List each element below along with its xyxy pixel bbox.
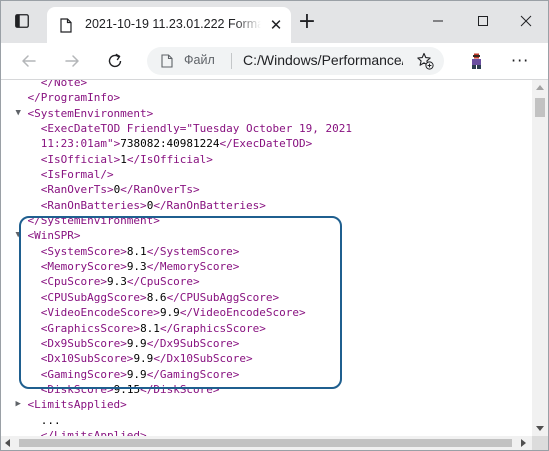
xml-line: <GamingScore>9.9</GamingScore> bbox=[1, 367, 531, 382]
xml-line-text: <RanOverTs>0</RanOverTs> bbox=[40, 183, 200, 197]
xml-line-text: <CpuScore>9.3</CpuScore> bbox=[40, 275, 200, 289]
xml-line-text: <VideoEncodeScore>9.9</VideoEncodeScore> bbox=[40, 306, 306, 320]
xml-line-text: </LimitsApplied> bbox=[40, 428, 147, 436]
file-icon bbox=[161, 54, 173, 68]
xml-line-text: </SystemEnvironment> bbox=[27, 214, 160, 228]
xml-line-text: 11:23:01am">738082:40981224</ExecDateTOD… bbox=[40, 137, 313, 151]
xml-line-text: <GamingScore>9.9</GamingScore> bbox=[40, 367, 240, 381]
address-bar[interactable]: Файл C:/Windows/Performance/WinSAT/DataS… bbox=[147, 47, 444, 75]
xml-line: 11:23:01am">738082:40981224</ExecDateTOD… bbox=[1, 136, 531, 151]
url-text[interactable]: C:/Windows/Performance/WinSAT/DataStore/… bbox=[243, 52, 403, 68]
title-bar: 2021-10-19 11.23.01.222 Formal.Assessmen… bbox=[1, 1, 548, 43]
xml-line-text: ... bbox=[40, 413, 61, 427]
xml-line: </LimitsApplied> bbox=[1, 428, 531, 436]
xml-line: <GraphicsScore>8.1</GraphicsScore> bbox=[1, 321, 531, 336]
xml-line: <CPUSubAggScore>8.6</CPUSubAggScore> bbox=[1, 290, 531, 305]
tab-close-button[interactable]: ✕ bbox=[269, 18, 283, 33]
toolbar: Файл C:/Windows/Performance/WinSAT/DataS… bbox=[1, 43, 548, 80]
xml-line: <ExecDateTOD Friendly="Tuesday October 1… bbox=[1, 121, 531, 136]
xml-line: <Dx9SubScore>9.9</Dx9SubScore> bbox=[1, 336, 531, 351]
scroll-down-arrow-icon[interactable] bbox=[536, 426, 544, 431]
tab-active[interactable]: 2021-10-19 11.23.01.222 Formal.Assessmen… bbox=[47, 7, 291, 43]
minimize-icon[interactable] bbox=[430, 13, 446, 29]
xml-line-text: </Note> bbox=[40, 80, 88, 89]
close-icon[interactable] bbox=[518, 13, 534, 29]
omnibox-divider bbox=[231, 53, 232, 69]
xml-line-text: <CPUSubAggScore>8.6</CPUSubAggScore> bbox=[40, 290, 280, 304]
xml-line: </ProgramInfo> bbox=[1, 90, 531, 105]
xml-line: <VideoEncodeScore>9.9</VideoEncodeScore> bbox=[1, 305, 531, 320]
collapse-toggle-icon[interactable]: ▼ bbox=[15, 228, 25, 243]
expand-toggle-icon[interactable]: ▶ bbox=[15, 397, 25, 412]
xml-line-text: <SystemScore>8.1</SystemScore> bbox=[40, 244, 240, 258]
file-scheme-label: Файл bbox=[184, 53, 215, 67]
more-menu-button[interactable]: ··· bbox=[511, 51, 529, 71]
xml-line: <MemoryScore>9.3</MemoryScore> bbox=[1, 259, 531, 274]
xml-line-text: <SystemEnvironment> bbox=[27, 106, 154, 120]
xml-line-text: <RanOnBatteries>0</RanOnBatteries> bbox=[40, 198, 266, 212]
vertical-scrollbar[interactable] bbox=[532, 80, 548, 436]
xml-line: <IsFormal/> bbox=[1, 167, 531, 182]
xml-line-text: <WinSPR> bbox=[27, 229, 81, 243]
maximize-icon[interactable] bbox=[475, 13, 491, 29]
reload-icon[interactable] bbox=[106, 52, 124, 70]
horizontal-scroll-thumb[interactable] bbox=[19, 439, 512, 447]
xml-line: </SystemEnvironment> bbox=[1, 213, 531, 228]
tab-title: 2021-10-19 11.23.01.222 Formal.Assessmen… bbox=[85, 17, 261, 31]
scroll-right-arrow-icon[interactable] bbox=[521, 439, 526, 447]
xml-line: <Dx10SubScore>9.9</Dx10SubScore> bbox=[1, 351, 531, 366]
xml-line-text: <IsOfficial>1</IsOfficial> bbox=[40, 152, 213, 166]
xml-line-text: <MemoryScore>9.3</MemoryScore> bbox=[40, 260, 240, 274]
extension-icon[interactable] bbox=[470, 53, 483, 70]
horizontal-scrollbar[interactable] bbox=[1, 436, 532, 450]
xml-line: ▼ <SystemEnvironment> bbox=[1, 106, 531, 121]
xml-line-text: <IsFormal/> bbox=[40, 168, 114, 182]
xml-line-text: <Dx9SubScore>9.9</Dx9SubScore> bbox=[40, 336, 240, 350]
scroll-left-arrow-icon[interactable] bbox=[5, 439, 10, 447]
xml-line: ... bbox=[1, 413, 531, 428]
xml-viewer: </Note> </ProgramInfo> ▼ <SystemEnvironment… bbox=[1, 80, 531, 436]
xml-line-text: <DiskScore>9.15</DiskScore> bbox=[40, 382, 220, 396]
xml-line: ▶ <LimitsApplied> bbox=[1, 397, 531, 412]
xml-line: <IsOfficial>1</IsOfficial> bbox=[1, 152, 531, 167]
browser-window: 2021-10-19 11.23.01.222 Formal.Assessmen… bbox=[0, 0, 549, 451]
xml-line-text: <Dx10SubScore>9.9</Dx10SubScore> bbox=[40, 352, 253, 366]
forward-arrow-icon[interactable] bbox=[63, 52, 81, 70]
xml-line-text: </ProgramInfo> bbox=[27, 91, 121, 105]
xml-line-text: <ExecDateTOD Friendly="Tuesday October 1… bbox=[40, 122, 352, 136]
scrollbar-corner bbox=[532, 436, 548, 450]
xml-line: <SystemScore>8.1</SystemScore> bbox=[1, 244, 531, 259]
document-icon bbox=[60, 18, 72, 33]
xml-line: <RanOverTs>0</RanOverTs> bbox=[1, 182, 531, 197]
xml-line: ▼ <WinSPR> bbox=[1, 228, 531, 243]
xml-line-text: <GraphicsScore>8.1</GraphicsScore> bbox=[40, 321, 266, 335]
xml-line: <CpuScore>9.3</CpuScore> bbox=[1, 274, 531, 289]
xml-line: <RanOnBatteries>0</RanOnBatteries> bbox=[1, 198, 531, 213]
xml-document: </Note> </ProgramInfo> ▼ <SystemEnvironment… bbox=[1, 80, 531, 436]
xml-line-text: <LimitsApplied> bbox=[27, 398, 127, 412]
back-arrow-icon[interactable] bbox=[20, 52, 38, 70]
collapse-toggle-icon[interactable]: ▼ bbox=[15, 106, 25, 121]
new-tab-button[interactable]: + bbox=[297, 11, 317, 33]
add-favorite-icon[interactable] bbox=[416, 52, 434, 70]
scroll-up-arrow-icon[interactable] bbox=[536, 85, 544, 90]
xml-line: <DiskScore>9.15</DiskScore> bbox=[1, 382, 531, 397]
tab-actions-icon[interactable] bbox=[15, 14, 29, 28]
vertical-scroll-thumb[interactable] bbox=[535, 98, 545, 117]
xml-line: </Note> bbox=[1, 80, 531, 90]
